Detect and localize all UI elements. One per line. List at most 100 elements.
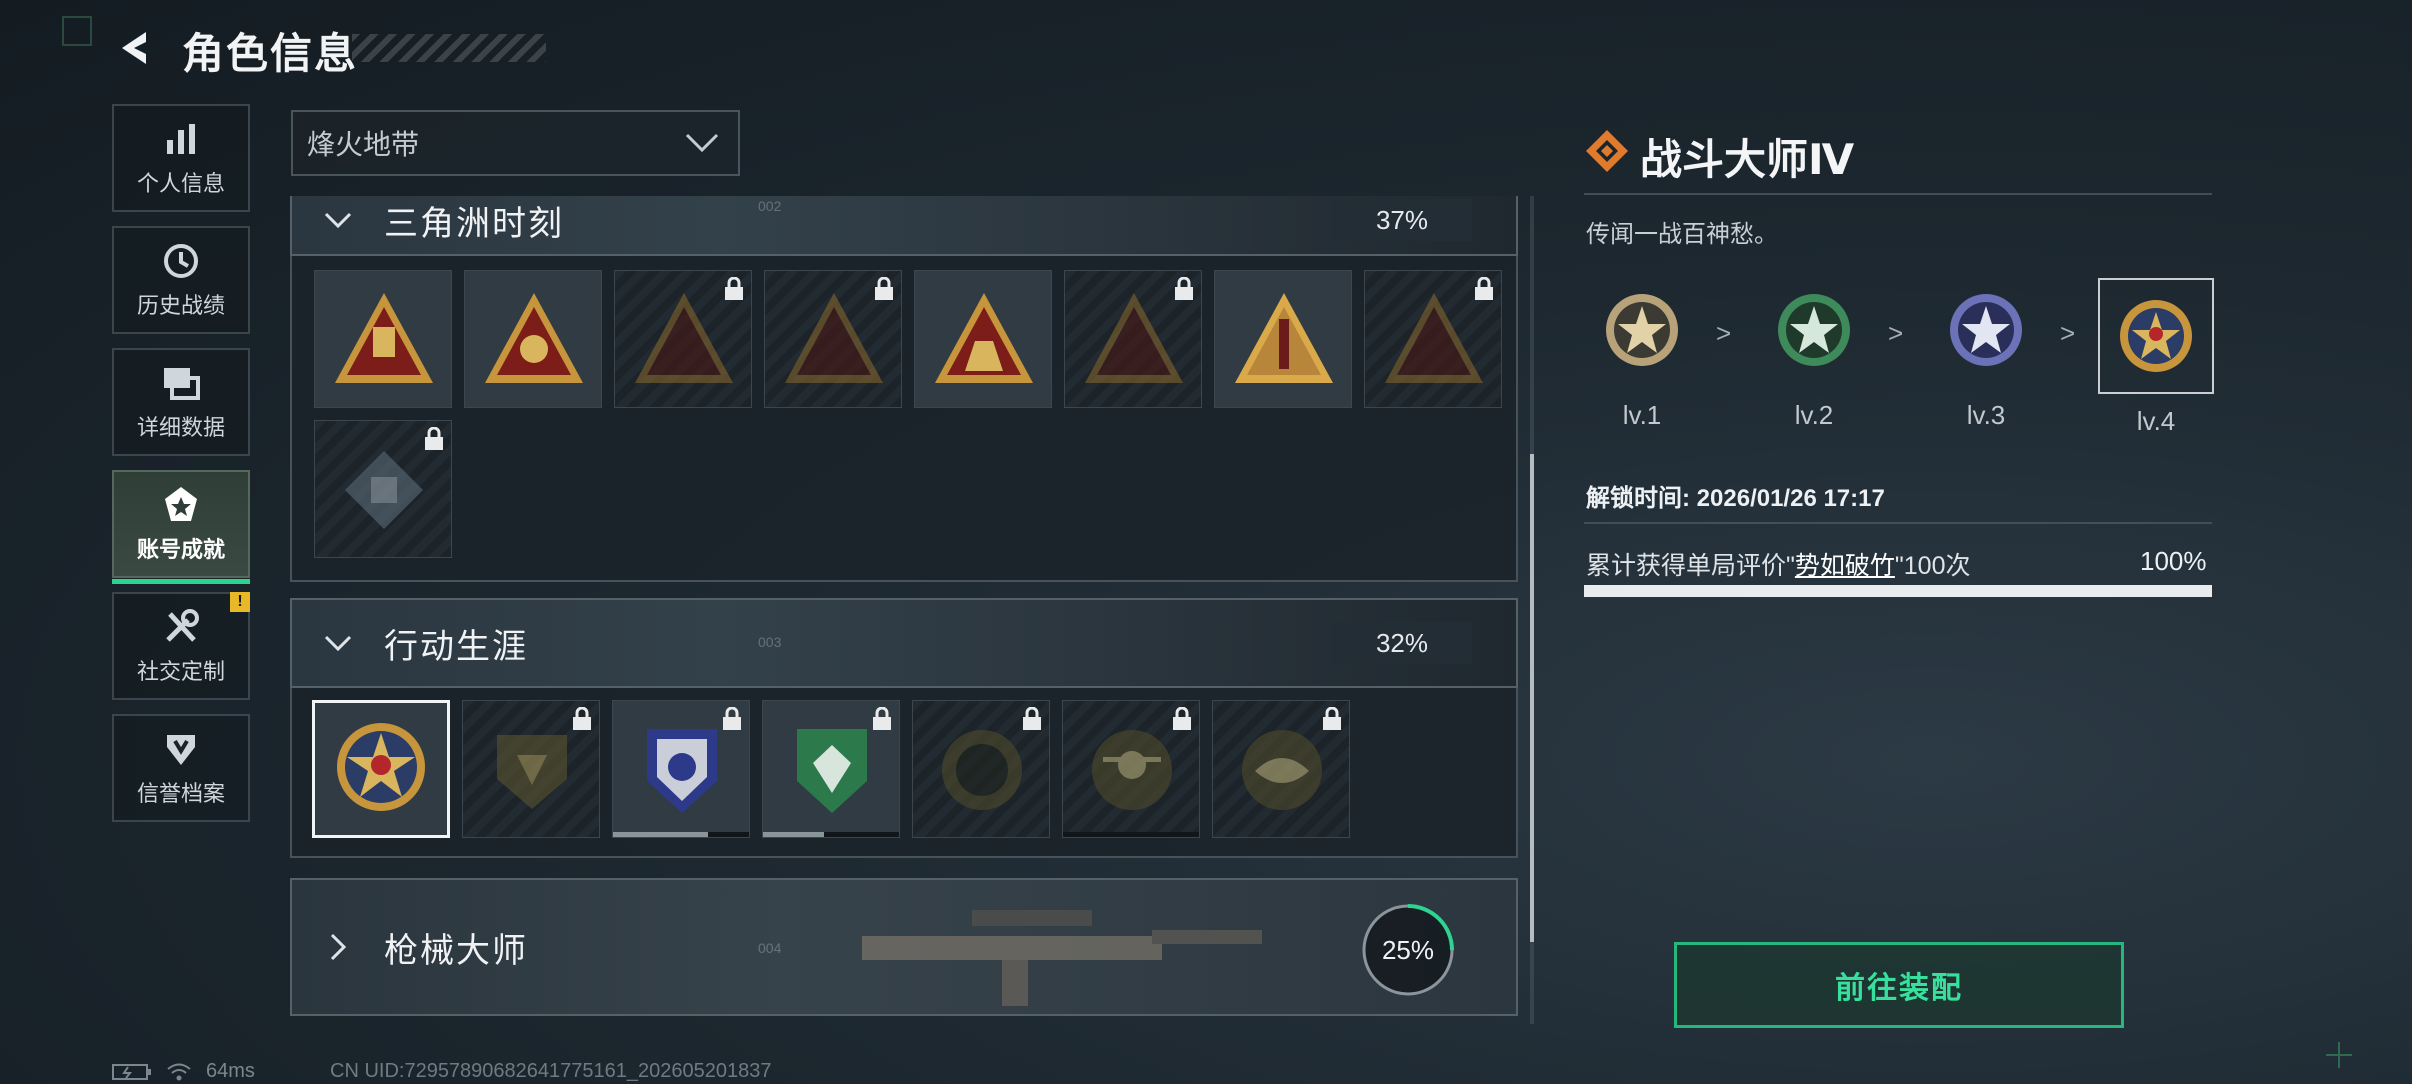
level-arrow: > [2060,318,2076,348]
category-name: 行动生涯 [384,627,528,666]
achievement-badge[interactable] [612,700,750,838]
category-bg-number: 004 [758,940,782,956]
battery-icon [112,1063,151,1080]
corner-marker [62,16,92,46]
lock-icon [1323,707,1341,730]
back-arrow-icon [122,32,146,64]
category-badges-delta-moments [290,256,1518,582]
level-label: lv.2 [1794,400,1834,430]
category-percent: 37% [1332,199,1472,241]
unlock-time-label: 解锁时间: [1586,485,1690,512]
lock-icon [1173,707,1191,730]
lock-icon [573,707,591,730]
level-label: lv.4 [2136,406,2176,436]
lock-icon [1475,277,1493,300]
achievement-diamond-icon [1586,130,1628,172]
star-medal-icon [1778,294,1850,366]
level-arrow: > [1888,318,1904,348]
go-equip-button[interactable]: 前往装配 [1674,942,2124,1028]
sidebar-item-credit[interactable]: 信誉档案 [112,714,250,822]
category-header-delta-moments[interactable]: 三角洲时刻 002 37% [290,196,1518,256]
category-percent: 32% [1332,622,1472,664]
badge-progress-bar [763,832,899,837]
sidebar-item-label: 社交定制 [136,659,225,684]
level-medal-2[interactable]: lv.2 [1756,272,1872,431]
achievement-badge-selected[interactable] [312,700,450,838]
category-percent: 25% [1381,934,1435,965]
achievement-badge[interactable] [314,270,452,408]
divider [1584,522,2212,524]
sidebar-item-history[interactable]: 历史战绩 [112,226,250,334]
star-medal-icon [1950,294,2022,366]
user-uid: CN UID:7295789068264177516​1_20260520183… [330,1060,772,1082]
lock-icon [1175,277,1193,300]
sidebar-item-achievements[interactable]: 账号成就 [112,470,250,584]
triangle-emblem-icon [485,293,583,383]
sidebar-item-label: 历史战绩 [136,293,225,318]
category-bg-number: 003 [758,634,782,650]
achievement-list[interactable]: 三角洲时刻 002 37% 行动生涯 003 32% 枪械大师 004 25% [290,196,1518,1018]
achievement-badge-locked[interactable] [1212,700,1350,838]
badge-progress-bar [1063,832,1199,837]
title-decoration [352,34,546,62]
task-percent: 100% [2140,546,2207,576]
level-medal-1[interactable]: lv.1 [1584,272,1700,431]
level-label: lv.1 [1622,400,1662,430]
rifle-illustration [862,910,1262,1006]
triangle-emblem-icon [1235,293,1333,383]
page-title: 角色信息 [182,30,359,77]
scrollbar-thumb[interactable] [1530,454,1534,942]
achievement-badge-locked[interactable] [912,700,1050,838]
achievement-badge-locked[interactable] [1064,270,1202,408]
category-header-weapon-master[interactable]: 枪械大师 004 25% [290,878,1518,1016]
lock-icon [723,707,741,730]
mode-dropdown[interactable]: 烽火地带 [291,110,740,176]
latency: 64ms [206,1060,255,1082]
sidebar-item-label: 账号成就 [136,537,225,562]
achievement-description: 传闻一战百神愁。 [1586,221,1778,248]
category-badges-operation-career [290,688,1518,858]
achievement-badge[interactable] [464,270,602,408]
data-cards-icon [160,362,202,404]
category-name: 枪械大师 [384,931,528,970]
corner-plus-icon [2326,1042,2352,1068]
achievement-badge-locked[interactable] [462,700,600,838]
achievement-badge-locked[interactable] [614,270,752,408]
sidebar-item-label: 个人信息 [136,171,225,196]
achievement-badge-locked[interactable] [314,420,452,558]
category-name: 三角洲时刻 [384,204,564,243]
level-label: lv.3 [1966,400,2006,430]
wifi-icon [167,1063,191,1080]
sidebar-item-details[interactable]: 详细数据 [112,348,250,456]
status-bar: 64ms [112,1060,255,1083]
star-medal-icon [337,723,425,811]
level-medal-4-current[interactable]: lv.4 [2098,278,2214,437]
unlock-time-value: 2026/01/26 17:17 [1696,485,1885,512]
achievement-badge-locked[interactable] [1062,700,1200,838]
level-medal-3[interactable]: lv.3 [1928,272,2044,431]
credit-shield-icon [160,728,202,770]
history-clock-icon [160,240,202,282]
level-arrow: > [1716,318,1732,348]
back-button[interactable] [112,26,160,70]
chevron-down-icon [324,635,352,652]
task-progress-fill [1584,585,2212,597]
badge-progress-bar [613,832,749,837]
bar-chart-icon [160,118,202,160]
star-medal-icon [2120,300,2192,372]
category-progress-ring: 25% [1360,902,1456,998]
category-header-operation-career[interactable]: 行动生涯 003 32% [290,598,1518,688]
achievement-badge[interactable] [1214,270,1352,408]
triangle-emblem-icon [335,293,433,383]
achievement-badge[interactable] [914,270,1052,408]
sidebar-item-profile[interactable]: 个人信息 [112,104,250,212]
achievement-badge-locked[interactable] [764,270,902,408]
lock-icon [873,707,891,730]
sidebar-item-label: 详细数据 [136,415,225,440]
divider [1584,193,2212,195]
achievement-title: 战斗大师Ⅳ [1640,136,1855,183]
sidebar-item-social[interactable]: 社交定制 ! [112,592,250,700]
achievement-badge-locked[interactable] [1364,270,1502,408]
achievement-badge[interactable] [762,700,900,838]
lock-icon [875,277,893,300]
